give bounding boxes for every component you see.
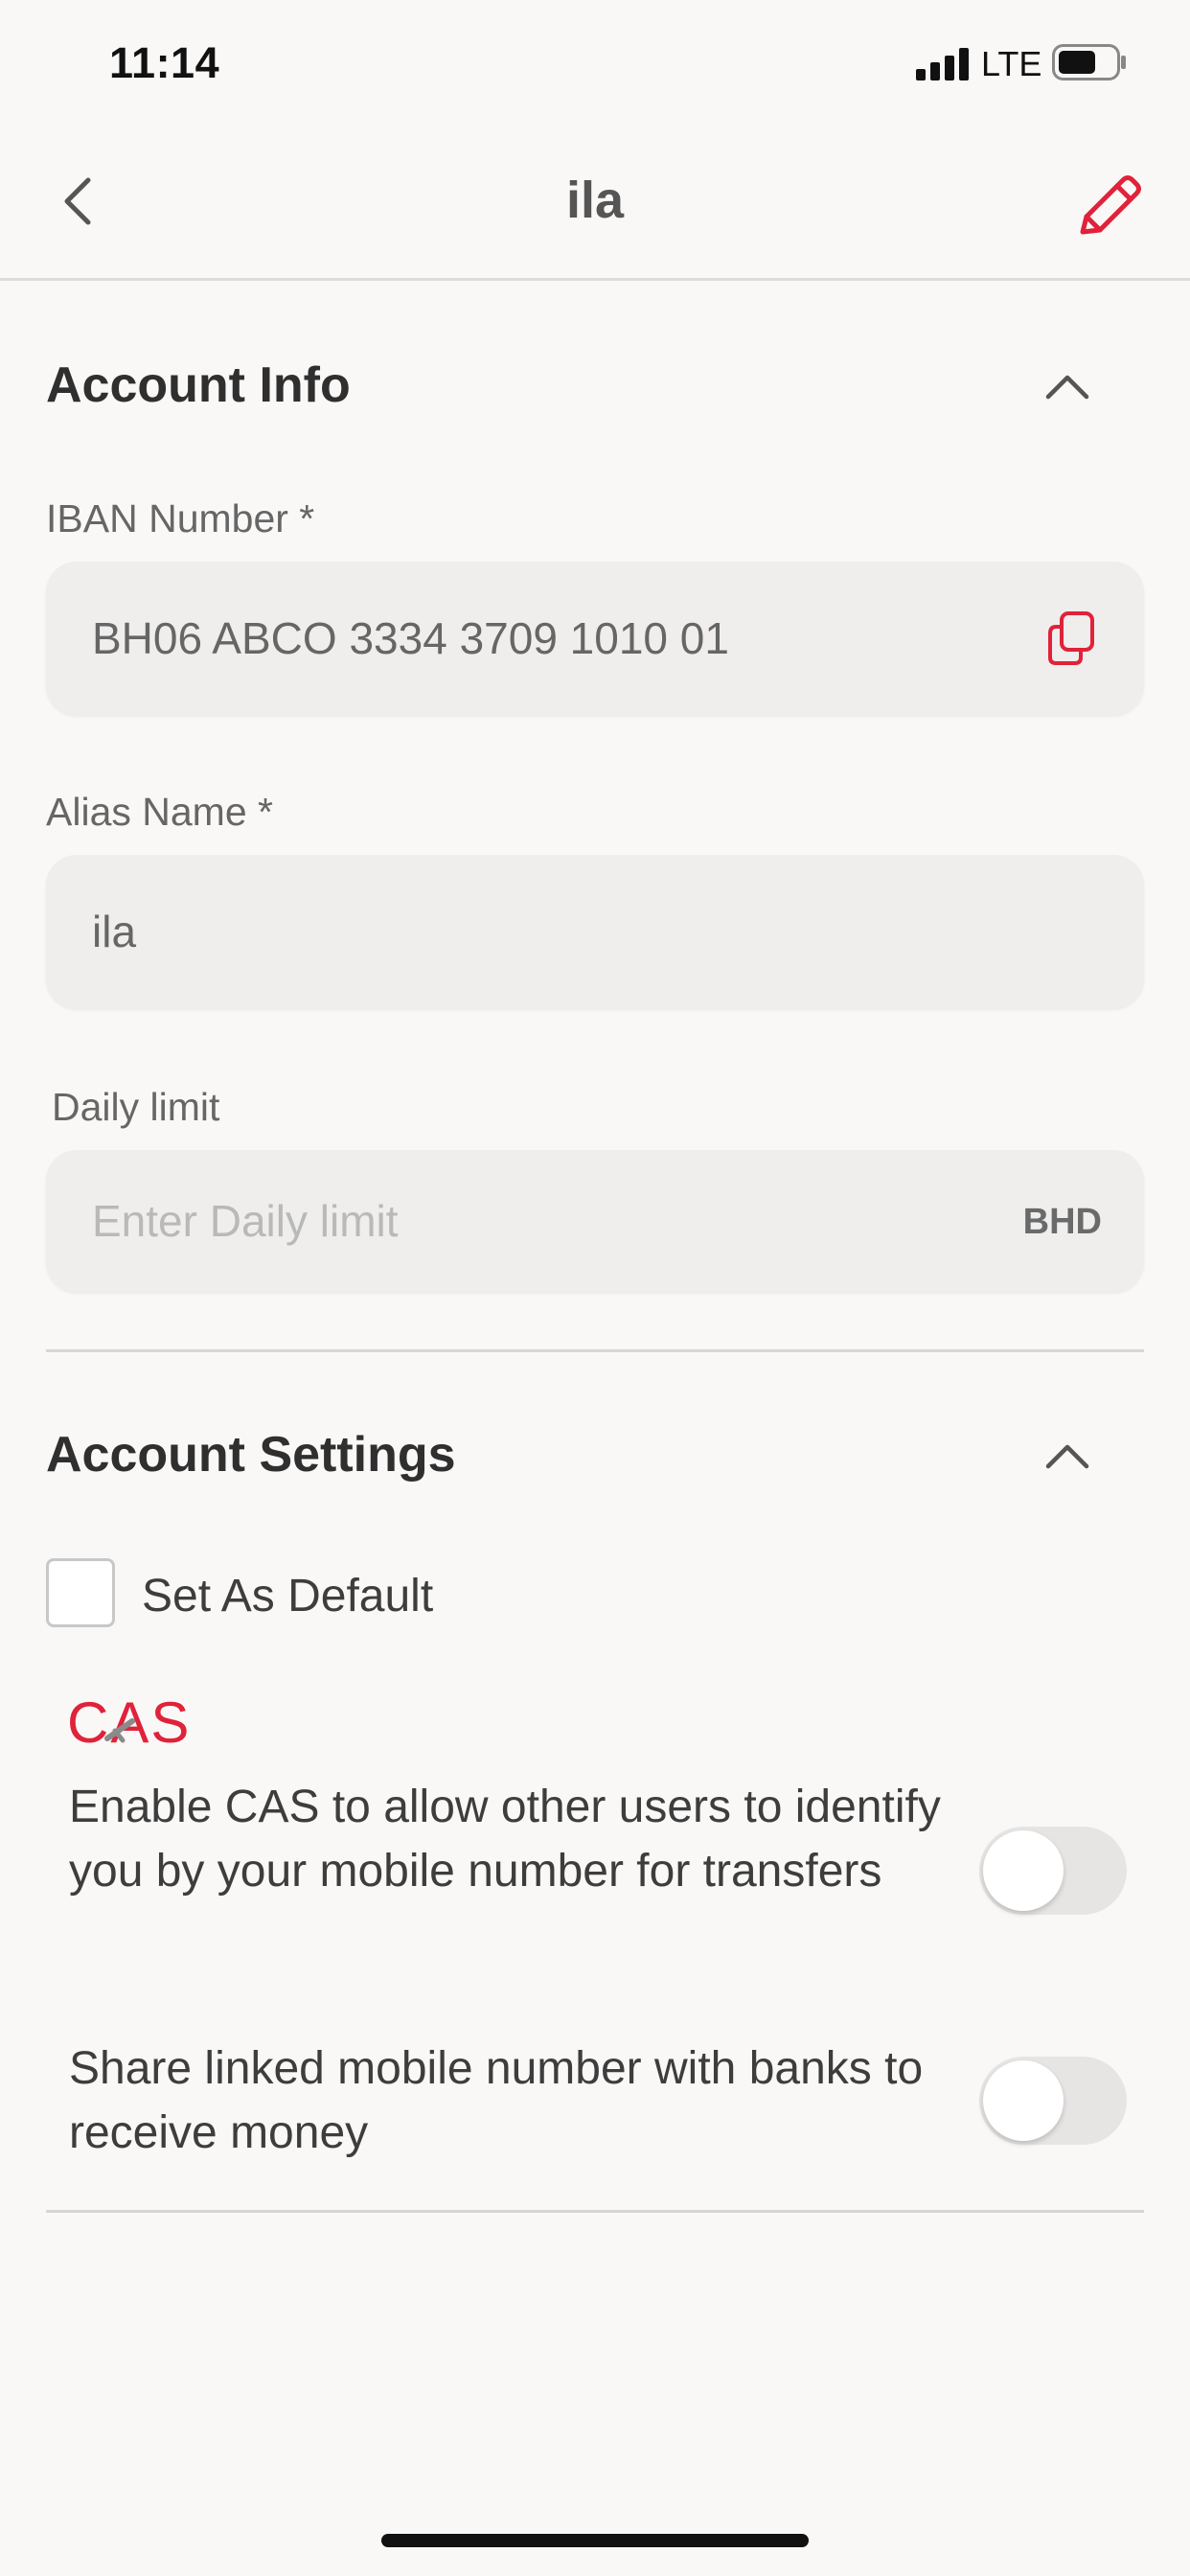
- set-default-checkbox[interactable]: [46, 1558, 115, 1627]
- copy-icon[interactable]: [1044, 610, 1098, 667]
- daily-limit-label: Daily limit: [52, 1085, 220, 1129]
- share-toggle[interactable]: [979, 2057, 1127, 2145]
- home-indicator: [381, 2534, 809, 2547]
- iban-label: IBAN Number *: [46, 496, 315, 540]
- cas-description: Enable CAS to allow other users to ident…: [69, 1782, 941, 1897]
- section-divider-bottom: [46, 2210, 1144, 2213]
- alias-value: ila: [92, 907, 137, 956]
- alias-field[interactable]: ila: [46, 855, 1144, 1008]
- account-settings-title: Account Settings: [46, 1427, 456, 1483]
- cas-toggle-knob: [983, 1830, 1064, 1911]
- set-default-label: Set As Default: [142, 1571, 434, 1622]
- network-label: LTE: [981, 44, 1042, 83]
- section-divider: [46, 1349, 1144, 1352]
- currency-label: BHD: [1022, 1202, 1102, 1242]
- account-info-title: Account Info: [46, 357, 351, 413]
- edit-button[interactable]: [1073, 169, 1146, 242]
- share-toggle-knob: [983, 2060, 1064, 2141]
- battery-icon: [1052, 44, 1126, 80]
- alias-label: Alias Name *: [46, 790, 273, 834]
- status-time: 11:14: [109, 38, 220, 87]
- daily-limit-placeholder: Enter Daily limit: [92, 1196, 399, 1246]
- cas-toggle[interactable]: [979, 1827, 1127, 1915]
- page-title: ila: [565, 172, 625, 229]
- cas-logo: CAS: [67, 1692, 189, 1752]
- share-description: Share linked mobile number with banks to…: [69, 2043, 924, 2158]
- collapse-account-settings-button[interactable]: [1044, 1441, 1090, 1470]
- daily-limit-input[interactable]: Enter Daily limit BHD: [46, 1150, 1144, 1292]
- signal-icon: [916, 48, 969, 80]
- iban-field: BH06 ABCO 3334 3709 1010 01: [46, 562, 1144, 715]
- nav-divider: [0, 278, 1190, 281]
- iban-value: BH06 ABCO 3334 3709 1010 01: [92, 613, 729, 663]
- collapse-account-info-button[interactable]: [1044, 372, 1090, 401]
